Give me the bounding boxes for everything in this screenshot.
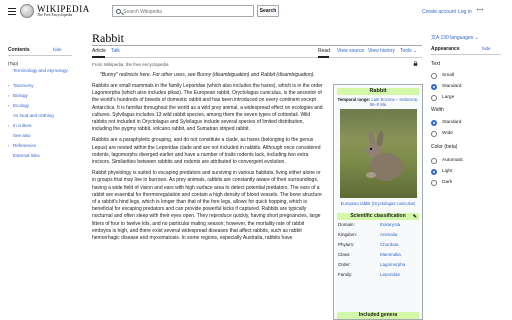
radio-button-selected[interactable] xyxy=(431,169,437,175)
more-options-icon[interactable]: ⋯ xyxy=(476,7,484,16)
search-box[interactable] xyxy=(112,5,254,17)
tab-article-indicator xyxy=(92,56,105,58)
toc-item-top[interactable]: (Top) xyxy=(8,61,74,67)
temporal-range-label: Temporal range: xyxy=(337,97,371,102)
appearance-hide-button[interactable]: hide xyxy=(482,46,491,51)
appearance-divider xyxy=(431,54,501,55)
toc-item-biology[interactable]: › Biology xyxy=(8,93,74,99)
chevron-down-icon: ⌄ xyxy=(411,48,418,54)
infobox: Rabbit Temporal range: Late Eocene – Hol… xyxy=(333,84,423,320)
rabbit-photo[interactable] xyxy=(340,109,417,198)
search-input[interactable] xyxy=(123,7,251,16)
rabbit-image xyxy=(366,131,403,181)
tab-talk[interactable]: Talk xyxy=(111,48,120,54)
login-link[interactable]: Log in xyxy=(458,9,472,15)
paragraph-1: Rabbits are small mammals in the family … xyxy=(92,83,323,133)
temporal-range-ma[interactable]: 55–0 Ma xyxy=(370,102,386,107)
radio-button-selected[interactable] xyxy=(431,120,437,126)
toc-title: Contents xyxy=(8,47,30,53)
toc-item-terminology[interactable]: Terminology and etymology xyxy=(8,68,74,74)
radio-button[interactable] xyxy=(431,131,437,137)
toc-item-external-links[interactable]: External links xyxy=(8,153,74,159)
radio-button[interactable] xyxy=(431,95,437,101)
tab-view-history[interactable]: View history xyxy=(368,48,395,54)
radio-button[interactable] xyxy=(431,180,437,186)
toc-item-food[interactable]: As food and clothing xyxy=(8,113,74,119)
hatnote: "Bunny" redirects here. For other uses, … xyxy=(100,72,315,78)
radio-button[interactable] xyxy=(431,73,437,79)
chevron-down-icon: ⌄ xyxy=(473,35,479,41)
tab-read-indicator xyxy=(318,56,329,58)
page-title: Rabbit xyxy=(92,31,124,45)
width-label: Width xyxy=(431,107,444,113)
paragraph-3: Rabbit physiology is suited to escaping … xyxy=(92,170,322,242)
paragraph-2: Rabbits are a paraphyletic grouping, and… xyxy=(92,137,321,166)
site-header: WIKIPEDIA The Free Encyclopedia Search C… xyxy=(0,0,512,24)
radio-button[interactable] xyxy=(431,158,437,164)
toc-item-taxonomy[interactable]: › Taxonomy xyxy=(8,83,74,89)
create-account-link[interactable]: Create account xyxy=(422,9,456,15)
tab-article[interactable]: Article xyxy=(92,48,106,54)
infobox-title: Rabbit xyxy=(337,88,419,95)
title-divider xyxy=(92,45,422,46)
search-icon xyxy=(116,8,121,14)
article-body: Rabbits are small mammals in the family … xyxy=(92,83,324,246)
tab-view-source[interactable]: View source xyxy=(337,48,364,54)
infobox-caption: European rabbit (Oryctolagus cuniculus) xyxy=(340,201,416,206)
toc-item-references[interactable]: › References xyxy=(8,143,74,149)
infobox-temporal-range: Temporal range: Late Eocene – Holocene, … xyxy=(334,97,422,107)
toc-item-see-also[interactable]: See also xyxy=(8,133,74,139)
tabs-divider xyxy=(92,57,422,58)
logo-tagline: The Free Encyclopedia xyxy=(37,13,73,17)
language-count: 130 languages xyxy=(440,35,474,41)
edit-icon[interactable]: ✎ xyxy=(413,214,417,221)
color-label: Color (beta) xyxy=(431,144,458,150)
tools-menu[interactable]: Tools ⌄ xyxy=(400,48,417,54)
tab-read[interactable]: Read xyxy=(318,48,330,54)
radio-button-selected[interactable] xyxy=(431,84,437,90)
included-genera-header: Included genera xyxy=(337,312,419,319)
toc-hide-button[interactable]: hide xyxy=(53,47,62,52)
toc-divider xyxy=(8,55,72,56)
toc-item-culture[interactable]: › In culture xyxy=(8,123,74,129)
site-subtitle: From Wikipedia, the free encyclopedia xyxy=(92,62,169,67)
language-button[interactable]: 文A 130 languages ⌄ xyxy=(431,34,479,41)
text-size-label: Text xyxy=(431,61,441,67)
appearance-title: Appearance xyxy=(431,46,460,52)
scientific-classification-header: Scientific classification ✎ xyxy=(337,213,419,220)
search-button[interactable]: Search xyxy=(257,5,279,17)
lock-icon[interactable] xyxy=(413,61,418,66)
wikipedia-logo-icon[interactable] xyxy=(20,4,34,18)
main-menu-icon[interactable] xyxy=(8,8,16,15)
toc-item-ecology[interactable]: › Ecology xyxy=(8,103,74,109)
